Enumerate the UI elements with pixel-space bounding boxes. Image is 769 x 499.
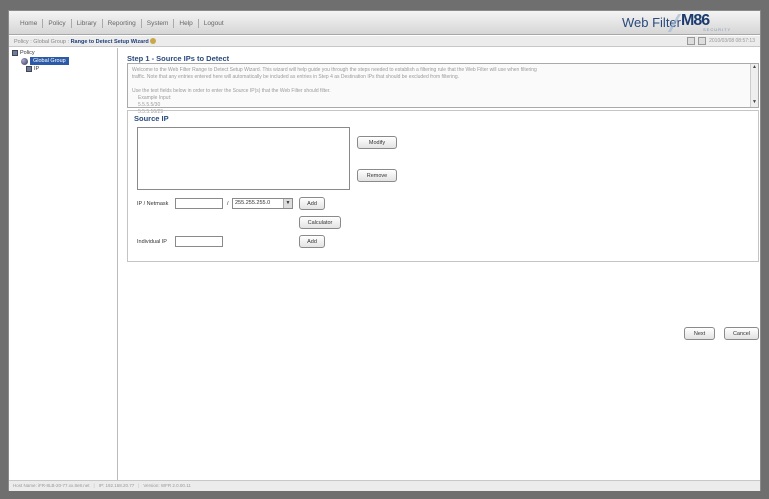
intro-line: Use the text fields below in order to en… (132, 88, 331, 94)
remove-button[interactable]: Remove (357, 169, 397, 182)
next-button[interactable]: Next (684, 327, 715, 340)
scroll-down-icon[interactable]: ▼ (752, 100, 757, 105)
nav-library[interactable]: Library (72, 20, 102, 27)
wizard-panel: Step 1 - Source IPs to Detect Welcome to… (120, 48, 760, 480)
nav-logout[interactable]: Logout (199, 20, 229, 27)
slash-separator: / (227, 201, 229, 207)
ip-netmask-label: IP / Netmask (137, 201, 169, 207)
breadcrumb: Policy : Global Group : Range to Detect … (14, 38, 157, 45)
print-icon[interactable] (687, 37, 696, 45)
policy-icon (12, 50, 18, 56)
netmask-value: 255.255.255.0 (235, 200, 271, 206)
breadcrumb-bar: Policy : Global Group : Range to Detect … (9, 36, 760, 47)
tree-node-global-group[interactable]: Global Group (21, 57, 69, 65)
status-bar: Host Name: iFR-8LB-20-77.xx.8e8.net | IP… (9, 480, 760, 491)
tree-node-label: Global Group (30, 57, 69, 65)
chevron-down-icon[interactable]: ▼ (283, 199, 292, 208)
app-window: Home Policy Library Reporting System Hel… (8, 10, 761, 491)
source-ip-list[interactable] (137, 127, 350, 190)
intro-spacer (132, 81, 740, 88)
intro-line: Welcome to the Web Filter Range to Detec… (132, 67, 537, 73)
example-label: Example Input: (138, 95, 172, 101)
help-icon[interactable] (150, 38, 157, 44)
source-ip-section: Source IP Modify Remove IP / Netmask / 2… (127, 110, 759, 262)
host-name: Host Name: iFR-8LB-20-77.xx.8e8.net (13, 483, 90, 488)
main-menu: Home Policy Library Reporting System Hel… (15, 19, 229, 28)
logo-subtext: SECURITY (703, 27, 732, 32)
individual-ip-label: Individual IP (137, 239, 167, 245)
intro-scrollbar[interactable]: ▲ ▼ (750, 64, 758, 107)
save-icon[interactable] (698, 37, 707, 45)
step-title: Step 1 - Source IPs to Detect (127, 54, 230, 63)
cancel-button[interactable]: Cancel (724, 327, 759, 340)
netmask-select[interactable]: 255.255.255.0 ▼ (232, 198, 293, 209)
nav-policy[interactable]: Policy (43, 20, 70, 27)
tree-node-label: Policy (20, 50, 35, 56)
tree-node-ip[interactable]: IP (26, 66, 39, 72)
version: Version: WFR 2.0.00.11 (143, 483, 191, 488)
ip-address-input[interactable] (175, 198, 223, 209)
tree-node-label: IP (34, 66, 40, 72)
nav-reporting[interactable]: Reporting (103, 20, 141, 27)
scroll-up-icon[interactable]: ▲ (752, 65, 757, 70)
intro-text-box[interactable]: Welcome to the Web Filter Range to Detec… (127, 63, 759, 115)
breadcrumb-path: Policy : Global Group : (14, 39, 71, 45)
individual-ip-input[interactable] (175, 236, 223, 247)
globe-icon (21, 57, 28, 65)
status-divider: | (93, 483, 95, 488)
top-navigation-bar: Home Policy Library Reporting System Hel… (9, 11, 760, 35)
policy-tree-panel: Policy Global Group IP (9, 48, 118, 480)
nav-system[interactable]: System (142, 20, 174, 27)
intro-line: traffic. Note that any entries entered h… (132, 74, 460, 80)
nav-help[interactable]: Help (174, 20, 197, 27)
nav-home[interactable]: Home (15, 20, 42, 27)
server-datetime: 2010/03/08 08:57:13 (709, 38, 755, 44)
m86-logo: M86 SECURITY (667, 12, 753, 34)
add-ip-button[interactable]: Add (299, 197, 325, 210)
intro-text: Welcome to the Web Filter Range to Detec… (132, 67, 740, 116)
add-individual-ip-button[interactable]: Add (299, 235, 325, 248)
tree-node-policy[interactable]: Policy (12, 50, 35, 56)
calculator-button[interactable]: Calculator (299, 216, 341, 229)
status-divider: | (138, 483, 140, 488)
toolbar-right: 2010/03/08 08:57:13 (687, 37, 755, 45)
breadcrumb-current: Range to Detect Setup Wizard (70, 39, 149, 45)
ip-address: IP: 192.168.20.77 (98, 483, 135, 488)
section-title: Source IP (134, 114, 169, 123)
ip-icon (26, 66, 32, 72)
modify-button[interactable]: Modify (357, 136, 397, 149)
example-value: 5.5.5.5/30 (138, 102, 161, 108)
